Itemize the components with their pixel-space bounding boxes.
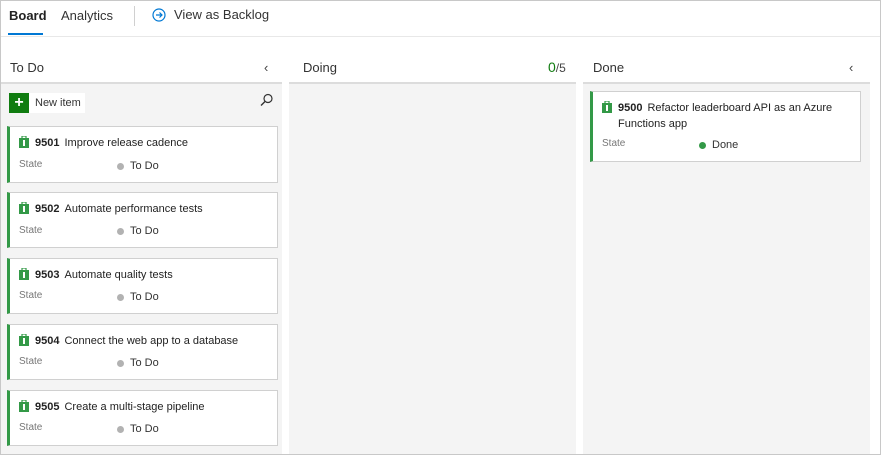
state-dot [117,227,124,235]
search-icon[interactable] [259,93,274,108]
card-id: 9500 [618,102,643,114]
kanban-board: Board Analytics View as Backlog To Do ‹ … [0,0,881,455]
product-backlog-item-icon [19,334,29,346]
state-text: To Do [130,357,159,369]
divider [134,6,135,26]
wip-counter: 0/5 [548,59,566,75]
card-id: 9503 [35,269,60,281]
state-dot [117,359,124,367]
state-label: State [19,422,43,433]
state-label: State [19,225,43,236]
card-title-text[interactable]: Connect the web app to a database [64,333,238,349]
card-title: 9501 Improve release cadence [19,135,188,151]
arrow-circle-right-icon [152,7,166,22]
column-header-done: Done ‹ [583,48,870,84]
state-text: To Do [130,423,159,435]
state-dot [117,425,124,433]
state-value[interactable]: Done [699,139,738,151]
state-dot [117,293,124,301]
view-as-backlog-label: View as Backlog [174,7,270,22]
product-backlog-item-icon [19,202,29,214]
column-doing [289,84,576,454]
card-id: 9501 [35,137,60,149]
column-title-todo: To Do [10,60,44,75]
chevron-left-icon[interactable]: ‹ [264,60,268,75]
wip-limit: /5 [555,61,566,75]
card-title-text[interactable]: Improve release cadence [64,135,188,151]
card-title-text[interactable]: Automate performance tests [64,201,202,217]
work-item-card[interactable]: 9500 Refactor leaderboard API as an Azure… [590,91,861,162]
card-title: 9503 Automate quality tests [19,267,173,283]
active-tab-indicator [8,33,43,35]
card-title-text[interactable]: Refactor leaderboard API as an Azure Fun… [618,102,832,130]
state-text: To Do [130,291,159,303]
state-dot [117,162,124,170]
card-title: 9500 Refactor leaderboard API as an Azure… [602,100,842,132]
card-title-text[interactable]: Create a multi-stage pipeline [64,399,204,415]
column-header-todo: To Do ‹ [1,48,282,84]
work-item-card[interactable]: 9503 Automate quality tests State To Do [7,258,278,314]
chevron-left-icon[interactable]: ‹ [849,60,853,75]
new-item-button[interactable]: + New item [9,93,85,113]
column-title-doing: Doing [303,60,337,75]
state-value[interactable]: To Do [117,225,159,237]
card-id: 9502 [35,203,60,215]
work-item-card[interactable]: 9502 Automate performance tests State To… [7,192,278,248]
state-value[interactable]: To Do [117,357,159,369]
state-text: Done [712,139,739,151]
new-item-label: New item [35,97,81,109]
tab-analytics[interactable]: Analytics [61,8,113,23]
state-text: To Do [130,225,159,237]
state-value[interactable]: To Do [117,160,159,172]
state-label: State [19,290,43,301]
top-navigation: Board Analytics View as Backlog [1,1,880,37]
state-dot [699,141,706,149]
card-title: 9502 Automate performance tests [19,201,203,217]
tab-board[interactable]: Board [9,8,47,23]
state-label: State [19,159,43,170]
state-label: State [602,138,626,149]
card-id: 9505 [35,401,60,413]
product-backlog-item-icon [602,101,612,113]
card-id: 9504 [35,335,60,347]
product-backlog-item-icon [19,268,29,280]
view-as-backlog-link[interactable]: View as Backlog [152,7,269,22]
card-title-text[interactable]: Automate quality tests [64,267,172,283]
work-item-card[interactable]: 9505 Create a multi-stage pipeline State… [7,390,278,446]
column-title-done: Done [593,60,625,75]
card-title: 9505 Create a multi-stage pipeline [19,399,205,415]
column-header-doing: Doing 0/5 [289,48,576,84]
state-value[interactable]: To Do [117,291,159,303]
plus-icon: + [9,93,29,113]
state-label: State [19,356,43,367]
card-title: 9504 Connect the web app to a database [19,333,238,349]
product-backlog-item-icon [19,136,29,148]
wip-count: 0 [548,59,556,75]
state-value[interactable]: To Do [117,423,159,435]
state-text: To Do [130,160,159,172]
work-item-card[interactable]: 9504 Connect the web app to a database S… [7,324,278,380]
work-item-card[interactable]: 9501 Improve release cadence State To Do [7,126,278,183]
product-backlog-item-icon [19,400,29,412]
